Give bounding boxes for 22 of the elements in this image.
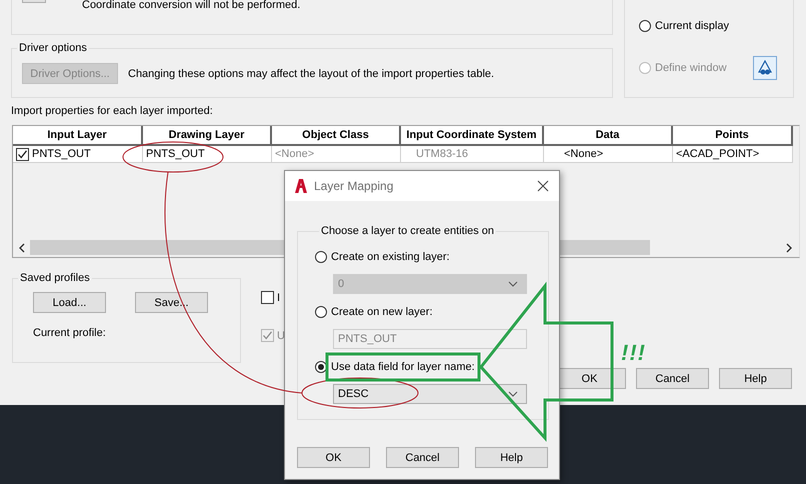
radio-label: Create on new layer:	[331, 306, 432, 318]
conversion-note: Coordinate conversion will not be performed.	[82, 0, 300, 11]
table-cell: UTM83-16	[401, 146, 544, 162]
window-title: Layer Mapping	[314, 179, 394, 193]
radio-label: Create on existing layer:	[331, 251, 450, 263]
group-title: Saved profiles	[19, 271, 91, 285]
cell-text: PNTS_OUT	[32, 147, 91, 162]
radio-label: Define window	[655, 62, 727, 74]
checkbox-label: I	[277, 292, 280, 304]
checkbox-label: U	[277, 330, 285, 342]
table-cell: <None>	[272, 146, 401, 162]
exclamation-text: !!!	[621, 340, 646, 366]
current-profile-label: Current profile:	[33, 327, 107, 339]
table-cell: <None>	[544, 146, 673, 162]
radio-label: Use data field for layer name:	[331, 361, 475, 373]
group-title: Driver options	[18, 41, 88, 55]
radio-label: Current display	[655, 20, 729, 32]
group-title: Choose a layer to create entities on	[320, 224, 496, 238]
table-cell: <ACAD_POINT>	[673, 146, 793, 162]
driver-note: Changing these options may affect the layout of the import properties table.	[128, 68, 494, 80]
section-label: Import properties for each layer imported:	[11, 104, 214, 118]
table-cell: PNTS_OUT	[143, 146, 272, 162]
